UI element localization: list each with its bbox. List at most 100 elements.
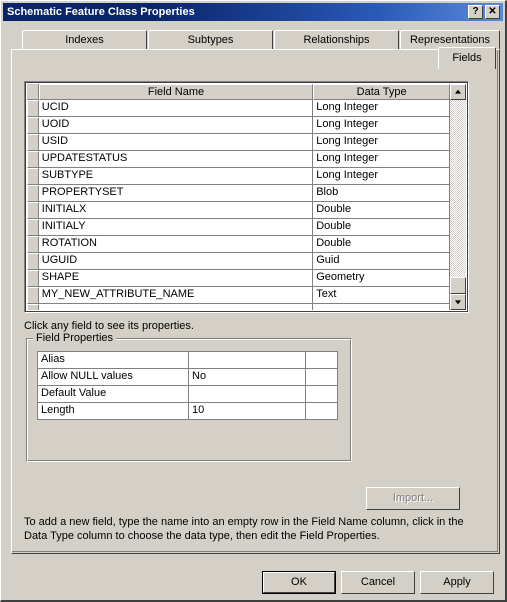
property-row[interactable]: Alias — [37, 351, 340, 369]
table-row[interactable]: SUBTYPE Long Integer — [27, 168, 450, 185]
table-row[interactable]: UCID Long Integer — [27, 100, 450, 117]
property-row[interactable]: Length 10 — [37, 402, 340, 420]
row-selector[interactable] — [27, 270, 39, 287]
property-name-allow-null-values: Allow NULL values — [37, 368, 189, 386]
table-row[interactable]: SHAPE Geometry — [27, 270, 450, 287]
property-name-alias: Alias — [37, 351, 189, 369]
tab-relationships[interactable]: Relationships — [274, 30, 399, 50]
column-header-field-name[interactable]: Field Name — [38, 84, 314, 100]
cell-data-type[interactable]: Double — [313, 202, 450, 219]
table-row[interactable]: ROTATION Double — [27, 236, 450, 253]
cell-field-name[interactable]: UGUID — [38, 253, 314, 270]
row-selector[interactable] — [27, 253, 39, 270]
row-selector[interactable] — [27, 202, 39, 219]
fields-tab-panel: Field Name Data Type UCID Long Integer U… — [11, 49, 500, 554]
window-title: Schematic Feature Class Properties — [7, 6, 195, 18]
cell-data-type[interactable]: Guid — [313, 253, 450, 270]
grid-corner-cell — [27, 84, 39, 100]
row-selector[interactable] — [27, 151, 39, 168]
property-trailing-cell[interactable] — [305, 402, 338, 420]
property-value-length[interactable]: 10 — [188, 402, 306, 420]
row-selector[interactable] — [27, 219, 39, 236]
title-bar-buttons: ? ✕ — [468, 5, 503, 19]
scrollbar-track[interactable] — [450, 100, 466, 294]
table-row[interactable]: INITIALX Double — [27, 202, 450, 219]
cell-data-type[interactable]: Geometry — [313, 270, 450, 287]
property-row[interactable]: Default Value — [37, 385, 340, 403]
cell-field-name[interactable]: USID — [38, 134, 314, 151]
tab-fields[interactable]: Fields — [438, 47, 496, 69]
table-row[interactable]: MY_NEW_ATTRIBUTE_NAME Text — [27, 287, 450, 304]
table-row[interactable]: INITIALY Double — [27, 219, 450, 236]
cell-data-type[interactable]: Long Integer — [313, 117, 450, 134]
help-button[interactable]: ? — [468, 5, 483, 19]
column-header-data-type[interactable]: Data Type — [313, 84, 451, 100]
cell-field-name[interactable]: UOID — [38, 117, 314, 134]
fields-grid-rows: Field Name Data Type UCID Long Integer U… — [27, 84, 451, 310]
fields-grid[interactable]: Field Name Data Type UCID Long Integer U… — [24, 81, 469, 313]
grid-header-row: Field Name Data Type — [27, 84, 451, 100]
cell-field-name[interactable]: ROTATION — [38, 236, 314, 253]
cell-field-name[interactable] — [38, 304, 314, 310]
cell-data-type[interactable] — [313, 304, 450, 310]
row-selector[interactable] — [27, 100, 39, 117]
tab-subtypes[interactable]: Subtypes — [148, 30, 273, 50]
cell-field-name[interactable]: SHAPE — [38, 270, 314, 287]
property-value-default-value[interactable] — [188, 385, 306, 403]
table-row[interactable]: USID Long Integer — [27, 134, 450, 151]
field-properties-group: Field Properties Alias Allow NULL values… — [26, 332, 352, 462]
grid-vertical-scrollbar[interactable] — [450, 84, 466, 310]
table-row[interactable]: PROPERTYSET Blob — [27, 185, 450, 202]
cell-data-type[interactable]: Long Integer — [313, 151, 450, 168]
cell-field-name[interactable]: INITIALX — [38, 202, 314, 219]
add-field-instructions: To add a new field, type the name into a… — [24, 516, 464, 542]
cell-data-type[interactable]: Text — [313, 287, 450, 304]
title-bar: Schematic Feature Class Properties ? ✕ — [3, 3, 503, 21]
field-properties-table: Alias Allow NULL values No Default Value… — [37, 351, 340, 420]
cell-data-type[interactable]: Blob — [313, 185, 450, 202]
triangle-up-icon — [455, 89, 461, 94]
property-row[interactable]: Allow NULL values No — [37, 368, 340, 386]
cell-data-type[interactable]: Long Integer — [313, 168, 450, 185]
row-selector[interactable] — [27, 168, 39, 185]
cell-data-type[interactable]: Double — [313, 236, 450, 253]
scroll-down-icon[interactable] — [450, 294, 466, 310]
property-trailing-cell[interactable] — [305, 368, 338, 386]
property-trailing-cell[interactable] — [305, 351, 338, 369]
table-row[interactable]: UOID Long Integer — [27, 117, 450, 134]
close-icon[interactable]: ✕ — [485, 5, 500, 19]
cell-data-type[interactable]: Long Integer — [313, 134, 450, 151]
scroll-up-icon[interactable] — [450, 84, 466, 100]
import-button[interactable]: Import... — [366, 487, 460, 510]
ok-button-label: OK — [263, 572, 335, 593]
row-selector[interactable] — [27, 134, 39, 151]
cell-field-name[interactable]: UPDATESTATUS — [38, 151, 314, 168]
table-row[interactable]: UGUID Guid — [27, 253, 450, 270]
properties-dialog: Schematic Feature Class Properties ? ✕ I… — [0, 0, 507, 602]
row-selector[interactable] — [27, 117, 39, 134]
fields-grid-body: Field Name Data Type UCID Long Integer U… — [27, 84, 466, 310]
cell-data-type[interactable]: Double — [313, 219, 450, 236]
row-selector[interactable] — [27, 236, 39, 253]
cell-field-name[interactable]: MY_NEW_ATTRIBUTE_NAME — [38, 287, 314, 304]
cancel-button[interactable]: Cancel — [341, 571, 415, 594]
table-row[interactable]: UPDATESTATUS Long Integer — [27, 151, 450, 168]
row-selector[interactable] — [27, 185, 39, 202]
cell-field-name[interactable]: UCID — [38, 100, 314, 117]
grid-hint-text: Click any field to see its properties. — [24, 320, 194, 332]
cell-field-name[interactable]: INITIALY — [38, 219, 314, 236]
property-value-allow-null-values[interactable]: No — [188, 368, 306, 386]
cell-field-name[interactable]: PROPERTYSET — [38, 185, 314, 202]
ok-button[interactable]: OK — [262, 571, 336, 594]
tab-indexes[interactable]: Indexes — [22, 30, 147, 50]
property-name-default-value: Default Value — [37, 385, 189, 403]
row-selector[interactable] — [27, 287, 39, 304]
row-selector[interactable] — [27, 304, 39, 310]
cell-field-name[interactable]: SUBTYPE — [38, 168, 314, 185]
property-trailing-cell[interactable] — [305, 385, 338, 403]
property-value-alias[interactable] — [188, 351, 306, 369]
cell-data-type[interactable]: Long Integer — [313, 100, 450, 117]
table-row-empty[interactable] — [27, 304, 450, 310]
scrollbar-thumb[interactable] — [450, 277, 466, 294]
apply-button[interactable]: Apply — [420, 571, 494, 594]
